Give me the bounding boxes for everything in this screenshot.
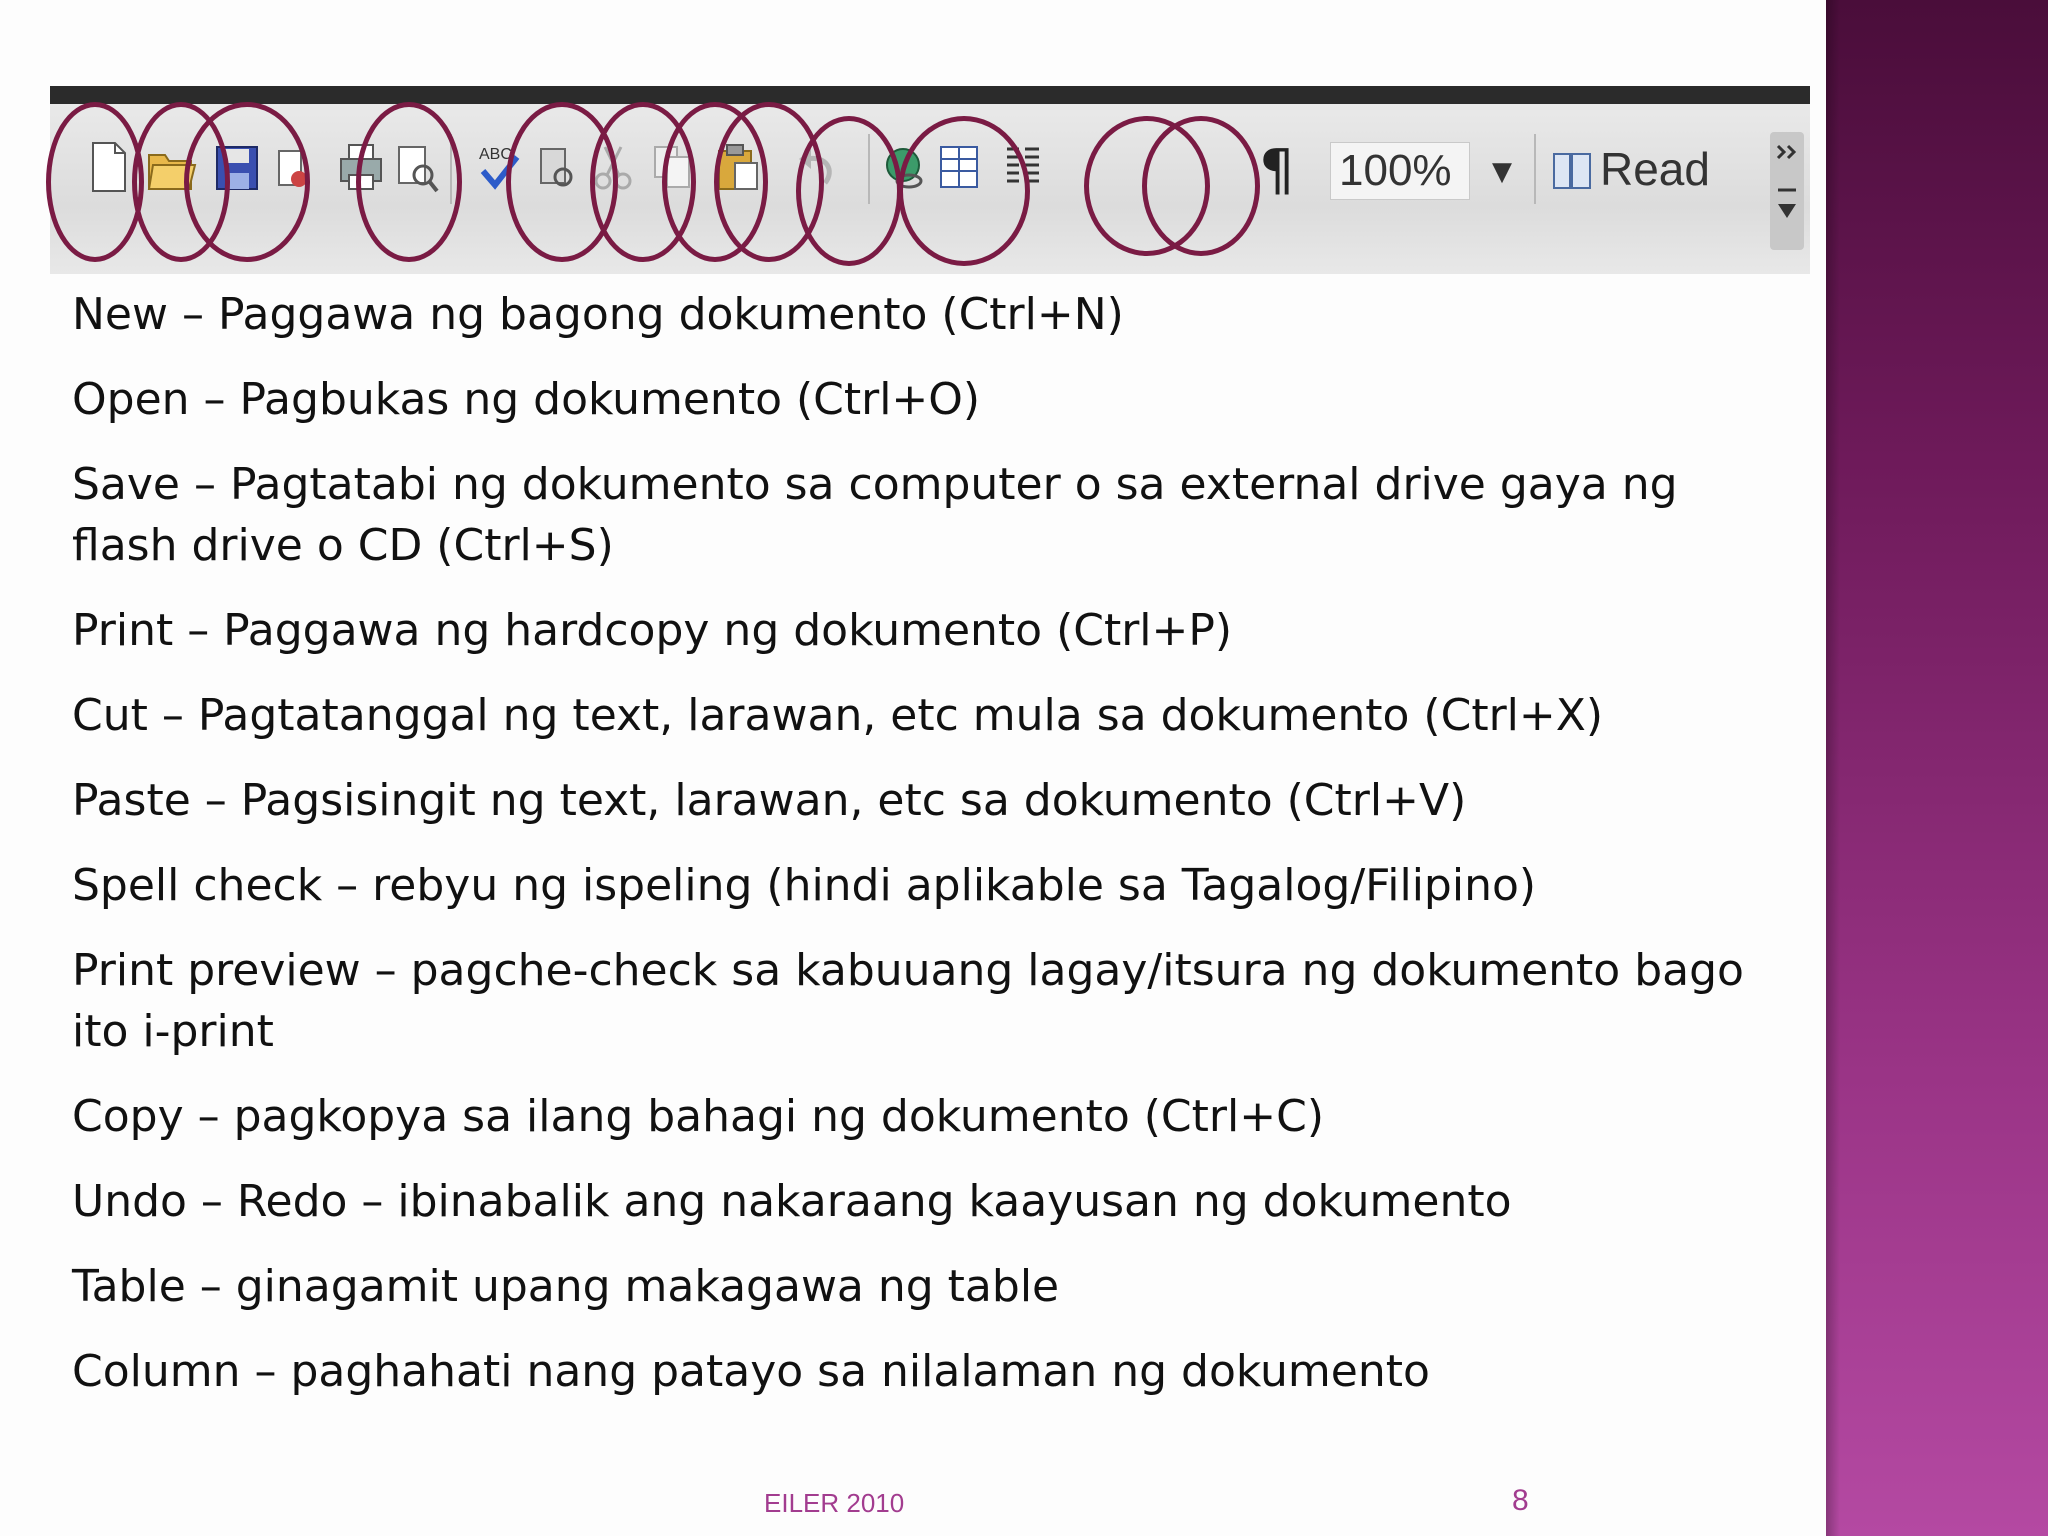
description-cut: Cut – Pagtatanggal ng text, larawan, etc… xyxy=(72,690,1604,741)
description-paste: Paste – Pagsisingit ng text, larawan, et… xyxy=(72,775,1467,826)
chevron-icon xyxy=(1776,144,1797,218)
zoom-box[interactable]: 100% xyxy=(1330,142,1470,200)
description-copy: Copy – pagkopya sa ilang bahagi ng dokum… xyxy=(72,1091,1324,1142)
description-table: Table – ginagamit upang makagawa ng tabl… xyxy=(72,1261,1060,1312)
description-print-preview: Print preview – pagche-check sa kabuuang… xyxy=(72,945,1744,1057)
svg-text:¶: ¶ xyxy=(1259,138,1295,197)
toolbar-overflow-button[interactable] xyxy=(1770,132,1804,250)
slide: ABC ¶ 100% ▼ Read New – Paggawa ng bagon… xyxy=(0,0,1826,1536)
chevron-down-icon[interactable]: ▼ xyxy=(1490,152,1514,192)
highlight-ring xyxy=(184,102,310,262)
description-save: Save – Pagtatabi ng dokumento sa compute… xyxy=(72,459,1678,571)
highlight-ring xyxy=(796,116,902,266)
footer-author: EILER 2010 xyxy=(764,1488,905,1518)
description-open: Open – Pagbukas ng dokumento (Ctrl+O) xyxy=(72,374,981,425)
description-column: Column – paghahati nang patayo sa nilala… xyxy=(72,1346,1430,1397)
read-button[interactable]: Read xyxy=(1550,134,1710,204)
highlight-ring xyxy=(1142,116,1260,256)
read-label: Read xyxy=(1600,143,1710,195)
description-print: Print – Paggawa ng hardcopy ng dokumento… xyxy=(72,605,1233,656)
book-icon xyxy=(1553,153,1591,189)
description-new: New – Paggawa ng bagong dokumento (Ctrl+… xyxy=(72,289,1124,340)
standard-toolbar: ABC ¶ 100% ▼ Read xyxy=(46,86,1810,274)
highlight-ring xyxy=(46,102,144,262)
highlight-ring xyxy=(356,102,462,262)
slide-number: 8 xyxy=(1512,1484,1529,1517)
highlight-ring xyxy=(898,116,1030,266)
paragraph-icon: ¶ xyxy=(1259,138,1295,197)
description-spell-check: Spell check – rebyu ng ispeling (hindi a… xyxy=(72,860,1537,911)
toolbar-separator xyxy=(1534,134,1536,204)
toolbar-descriptions: New – Paggawa ng bagong dokumento (Ctrl+… xyxy=(72,284,1792,1426)
description-undo-redo: Undo – Redo – ibinabalik ang nakaraang k… xyxy=(72,1176,1512,1227)
decorative-side-band xyxy=(1826,0,2048,1536)
